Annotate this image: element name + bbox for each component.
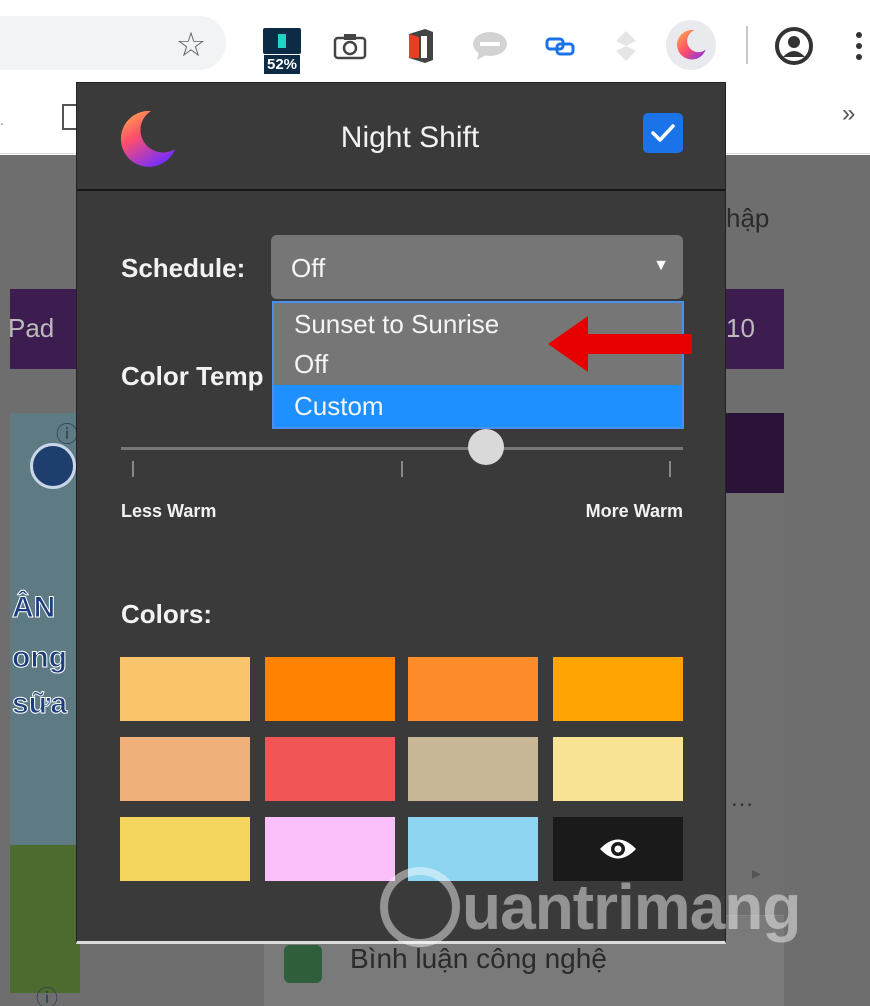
color-swatch[interactable]	[265, 817, 395, 881]
link-icon[interactable]	[540, 28, 580, 64]
popup-header: Night Shift	[77, 83, 725, 191]
color-temperature-label: Color Temp	[121, 361, 264, 391]
color-swatch[interactable]	[265, 737, 395, 801]
watermark-text: uantrimang	[462, 871, 801, 943]
color-swatch[interactable]	[265, 657, 395, 721]
slider-thumb[interactable]	[468, 429, 505, 465]
checkmark-icon	[651, 124, 675, 142]
annotation-arrow	[548, 316, 692, 372]
menu-icon[interactable]	[848, 24, 870, 68]
page-ellipsis: …	[730, 785, 754, 812]
bulb-icon	[380, 867, 460, 947]
color-temperature-slider[interactable]	[121, 447, 683, 450]
slider-tick	[669, 461, 671, 477]
browser-toolbar: ☆ 52%	[0, 0, 870, 82]
info-icon[interactable]: ⓘ	[56, 417, 78, 449]
ad-text: ong	[12, 641, 68, 675]
color-swatch[interactable]	[120, 737, 250, 801]
less-warm-label: Less Warm	[121, 501, 217, 521]
page-text: 10	[726, 313, 755, 343]
puzzle-icon[interactable]	[606, 26, 646, 66]
battery-extension-icon[interactable]: 52%	[257, 24, 307, 78]
slider-tick	[132, 461, 134, 477]
chevron-down-icon: ▼	[653, 257, 669, 274]
schedule-option-custom[interactable]: Custom	[274, 385, 682, 427]
battery-badge: 52%	[263, 55, 301, 74]
ad-banner-image	[10, 845, 80, 993]
ad-text: sữa	[11, 687, 68, 721]
color-swatch[interactable]	[120, 657, 250, 721]
schedule-select-value: Off	[291, 253, 326, 283]
eye-icon	[600, 839, 636, 859]
watermark: uantrimang	[380, 862, 801, 952]
color-swatch[interactable]	[120, 817, 250, 881]
night-shift-icon[interactable]	[666, 20, 716, 70]
color-swatch[interactable]	[408, 737, 538, 801]
bookmark-fragment: .	[0, 112, 4, 128]
info-icon[interactable]: ⓘ	[36, 981, 58, 1006]
color-swatch[interactable]	[408, 657, 538, 721]
ad-text: ÂN	[11, 591, 56, 625]
schedule-label: Schedule:	[121, 253, 246, 283]
ad-logo	[30, 443, 76, 489]
chat-icon[interactable]	[470, 28, 510, 64]
camera-icon[interactable]	[330, 28, 370, 64]
color-swatch[interactable]	[553, 657, 683, 721]
more-warm-label: More Warm	[585, 501, 683, 521]
night-shift-popup: Night Shift Schedule: Off ▼ Color Temp S…	[76, 82, 726, 944]
enable-checkbox[interactable]	[643, 113, 683, 153]
page-text: Pad	[8, 313, 55, 343]
office-icon[interactable]	[400, 26, 440, 66]
toolbar-divider	[746, 26, 748, 64]
schedule-select[interactable]: Off ▼	[271, 235, 683, 299]
account-icon[interactable]	[772, 24, 816, 68]
bookmarks-overflow-button[interactable]: »	[842, 100, 855, 128]
category-icon	[284, 945, 322, 983]
color-swatch[interactable]	[553, 737, 683, 801]
battery-glyph	[263, 28, 301, 54]
page-text[interactable]: hập	[726, 203, 769, 234]
star-icon[interactable]: ☆	[172, 26, 210, 64]
colors-label: Colors:	[121, 599, 212, 629]
slider-tick	[401, 461, 403, 477]
